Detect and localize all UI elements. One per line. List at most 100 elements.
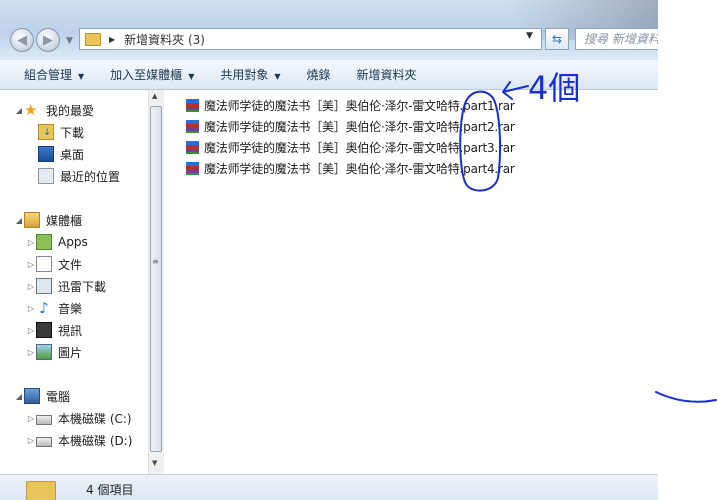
folder-icon [26,481,56,500]
music-icon: ♪ [39,299,49,317]
forward-arrow-icon: ▶ [43,32,53,48]
explorer-window: ◀ ▶ ▼ ▶ 新增資料夾 (3) ▼ ⇆ 搜尋 新增資料夾 組合管理 ▼ 加入至… [0,0,658,500]
sidebar-item-apps[interactable]: ▷ Apps [26,232,88,252]
sidebar-item-label: 本機磁碟 (C:) [58,411,132,426]
file-name: 魔法师学徒的魔法书［美］奥伯伦·泽尔-雷文哈特.part4.rar [204,161,515,176]
sidebar-item-desktop[interactable]: 桌面 [38,144,84,164]
sidebar-item-video[interactable]: ▷ 視訊 [26,320,82,340]
sidebar-item-libraries[interactable]: ◢ 媒體櫃 [14,210,82,230]
local-disk-icon [36,437,52,447]
chevron-down-icon: ▼ [188,72,195,81]
sidebar-item-computer[interactable]: ◢ 電腦 [14,386,70,406]
collapse-arrow-icon[interactable]: ◢ [14,392,24,401]
chevron-down-icon: ▼ [274,72,281,81]
refresh-button[interactable]: ⇆ [545,28,569,50]
sidebar-item-label: 圖片 [58,345,83,360]
apps-library-icon [36,234,52,250]
scrollbar-thumb[interactable] [150,106,162,452]
expand-arrow-icon[interactable]: ▷ [26,238,36,247]
file-name: 魔法师学徒的魔法书［美］奥伯伦·泽尔-雷文哈特.part2.rar [204,119,515,134]
organize-menu[interactable]: 組合管理 ▼ [24,66,84,83]
sidebar-item-label: 視訊 [58,323,83,338]
expand-arrow-icon[interactable]: ▷ [26,348,36,357]
sidebar-item-downloads[interactable]: ↓ 下載 [38,122,84,142]
sidebar-item-label: 下載 [60,125,85,140]
computer-icon [24,388,40,404]
sidebar-item-label: Apps [58,235,88,249]
expand-arrow-icon[interactable]: ▷ [26,414,36,423]
new-folder-label: 新增資料夾 [356,68,417,82]
item-count: 4 個項目 [86,483,134,497]
sidebar-item-pictures[interactable]: ▷ 圖片 [26,342,82,362]
scroll-down-icon[interactable]: ▼ [152,459,157,467]
desktop-icon [38,146,54,162]
forward-button[interactable]: ▶ [36,28,60,52]
list-item[interactable]: 魔法师学徒的魔法书［美］奥伯伦·泽尔-雷文哈特.part4.rar [185,158,515,178]
sidebar-item-label: 音樂 [58,301,83,316]
expand-arrow-icon[interactable]: ▷ [26,436,36,445]
share-label: 共用對象 [220,68,269,82]
library-icon [24,212,40,228]
expand-arrow-icon[interactable]: ▷ [26,282,36,291]
chevron-down-icon: ▼ [78,72,85,81]
star-icon: ★ [24,101,38,119]
sidebar-item-recent-places[interactable]: 最近的位置 [38,166,120,186]
refresh-icon: ⇆ [551,32,563,46]
expand-arrow-icon[interactable]: ▷ [26,260,36,269]
scroll-grip-icon: ≡ [152,257,159,266]
navigation-pane-scrollbar[interactable]: ▲ ≡ ▼ [148,90,164,474]
sidebar-item-favorites[interactable]: ◢ ★ 我的最愛 [14,100,94,120]
documents-icon [36,256,52,272]
video-icon [36,322,52,338]
expand-arrow-icon[interactable]: ▷ [26,326,36,335]
breadcrumb-arrow-icon[interactable]: ▶ [109,35,115,44]
sidebar-item-label: 本機磁碟 (D:) [58,433,133,448]
list-item[interactable]: 魔法师学徒的魔法书［美］奥伯伦·泽尔-雷文哈特.part3.rar [185,137,515,157]
address-bar[interactable]: ▶ 新增資料夾 (3) [79,28,542,50]
recent-pages-dropdown[interactable]: ▼ [66,36,73,46]
list-item[interactable]: 魔法师学徒的魔法书［美］奥伯伦·泽尔-雷文哈特.part1.rar [185,95,515,115]
sidebar-item-label: 最近的位置 [60,169,121,184]
sidebar-item-label: 媒體櫃 [46,213,83,228]
sidebar-item-music[interactable]: ▷ ♪ 音樂 [26,298,82,318]
include-label: 加入至媒體櫃 [110,68,183,82]
sidebar-item-label: 電腦 [46,389,71,404]
file-list: 魔法师学徒的魔法书［美］奥伯伦·泽尔-雷文哈特.part1.rar 魔法师学徒的… [165,90,658,474]
include-in-library-menu[interactable]: 加入至媒體櫃 ▼ [110,66,194,83]
scroll-up-icon[interactable]: ▲ [152,92,157,100]
back-arrow-icon: ◀ [17,32,27,48]
title-bar: ◀ ▶ ▼ ▶ 新增資料夾 (3) ▼ ⇆ 搜尋 新增資料夾 [0,0,658,60]
winrar-archive-icon [185,98,200,113]
sidebar-item-label: 文件 [58,257,83,272]
sidebar-item-label: 我的最愛 [46,103,95,118]
sidebar-item-disk-d[interactable]: ▷ 本機磁碟 (D:) [26,430,133,450]
winrar-archive-icon [185,119,200,134]
file-name: 魔法师学徒的魔法书［美］奥伯伦·泽尔-雷文哈特.part3.rar [204,140,515,155]
pictures-icon [36,344,52,360]
organize-label: 組合管理 [24,68,73,82]
sidebar-item-label: 桌面 [60,147,85,162]
address-path: 新增資料夾 (3) [124,32,205,47]
winrar-archive-icon [185,161,200,176]
local-disk-icon [36,415,52,425]
back-button[interactable]: ◀ [10,28,34,52]
share-with-menu[interactable]: 共用對象 ▼ [220,66,280,83]
sidebar-item-label: 迅雷下載 [58,279,107,294]
navigation-pane: ◢ ★ 我的最愛 ↓ 下載 桌面 最近的位置 ◢ 媒體櫃 ▷ Apps ▷ 文件… [0,90,148,474]
burn-label: 燒錄 [306,68,331,82]
list-item[interactable]: 魔法师学徒的魔法书［美］奥伯伦·泽尔-雷文哈特.part2.rar [185,116,515,136]
sidebar-item-documents[interactable]: ▷ 文件 [26,254,82,274]
expand-arrow-icon[interactable]: ▷ [26,304,36,313]
thunder-download-icon [36,278,52,294]
sidebar-item-thunder-download[interactable]: ▷ 迅雷下載 [26,276,106,296]
winrar-archive-icon [185,140,200,155]
new-folder-button[interactable]: 新增資料夾 [357,66,417,83]
sidebar-item-disk-c[interactable]: ▷ 本機磁碟 (C:) [26,408,132,428]
annotation-stroke [655,391,717,403]
collapse-arrow-icon[interactable]: ◢ [14,106,24,115]
address-dropdown-icon[interactable]: ▼ [526,31,533,41]
search-input[interactable]: 搜尋 新增資料夾 [575,28,658,50]
downloads-folder-icon: ↓ [38,124,54,140]
collapse-arrow-icon[interactable]: ◢ [14,216,24,225]
burn-button[interactable]: 燒錄 [307,66,331,83]
